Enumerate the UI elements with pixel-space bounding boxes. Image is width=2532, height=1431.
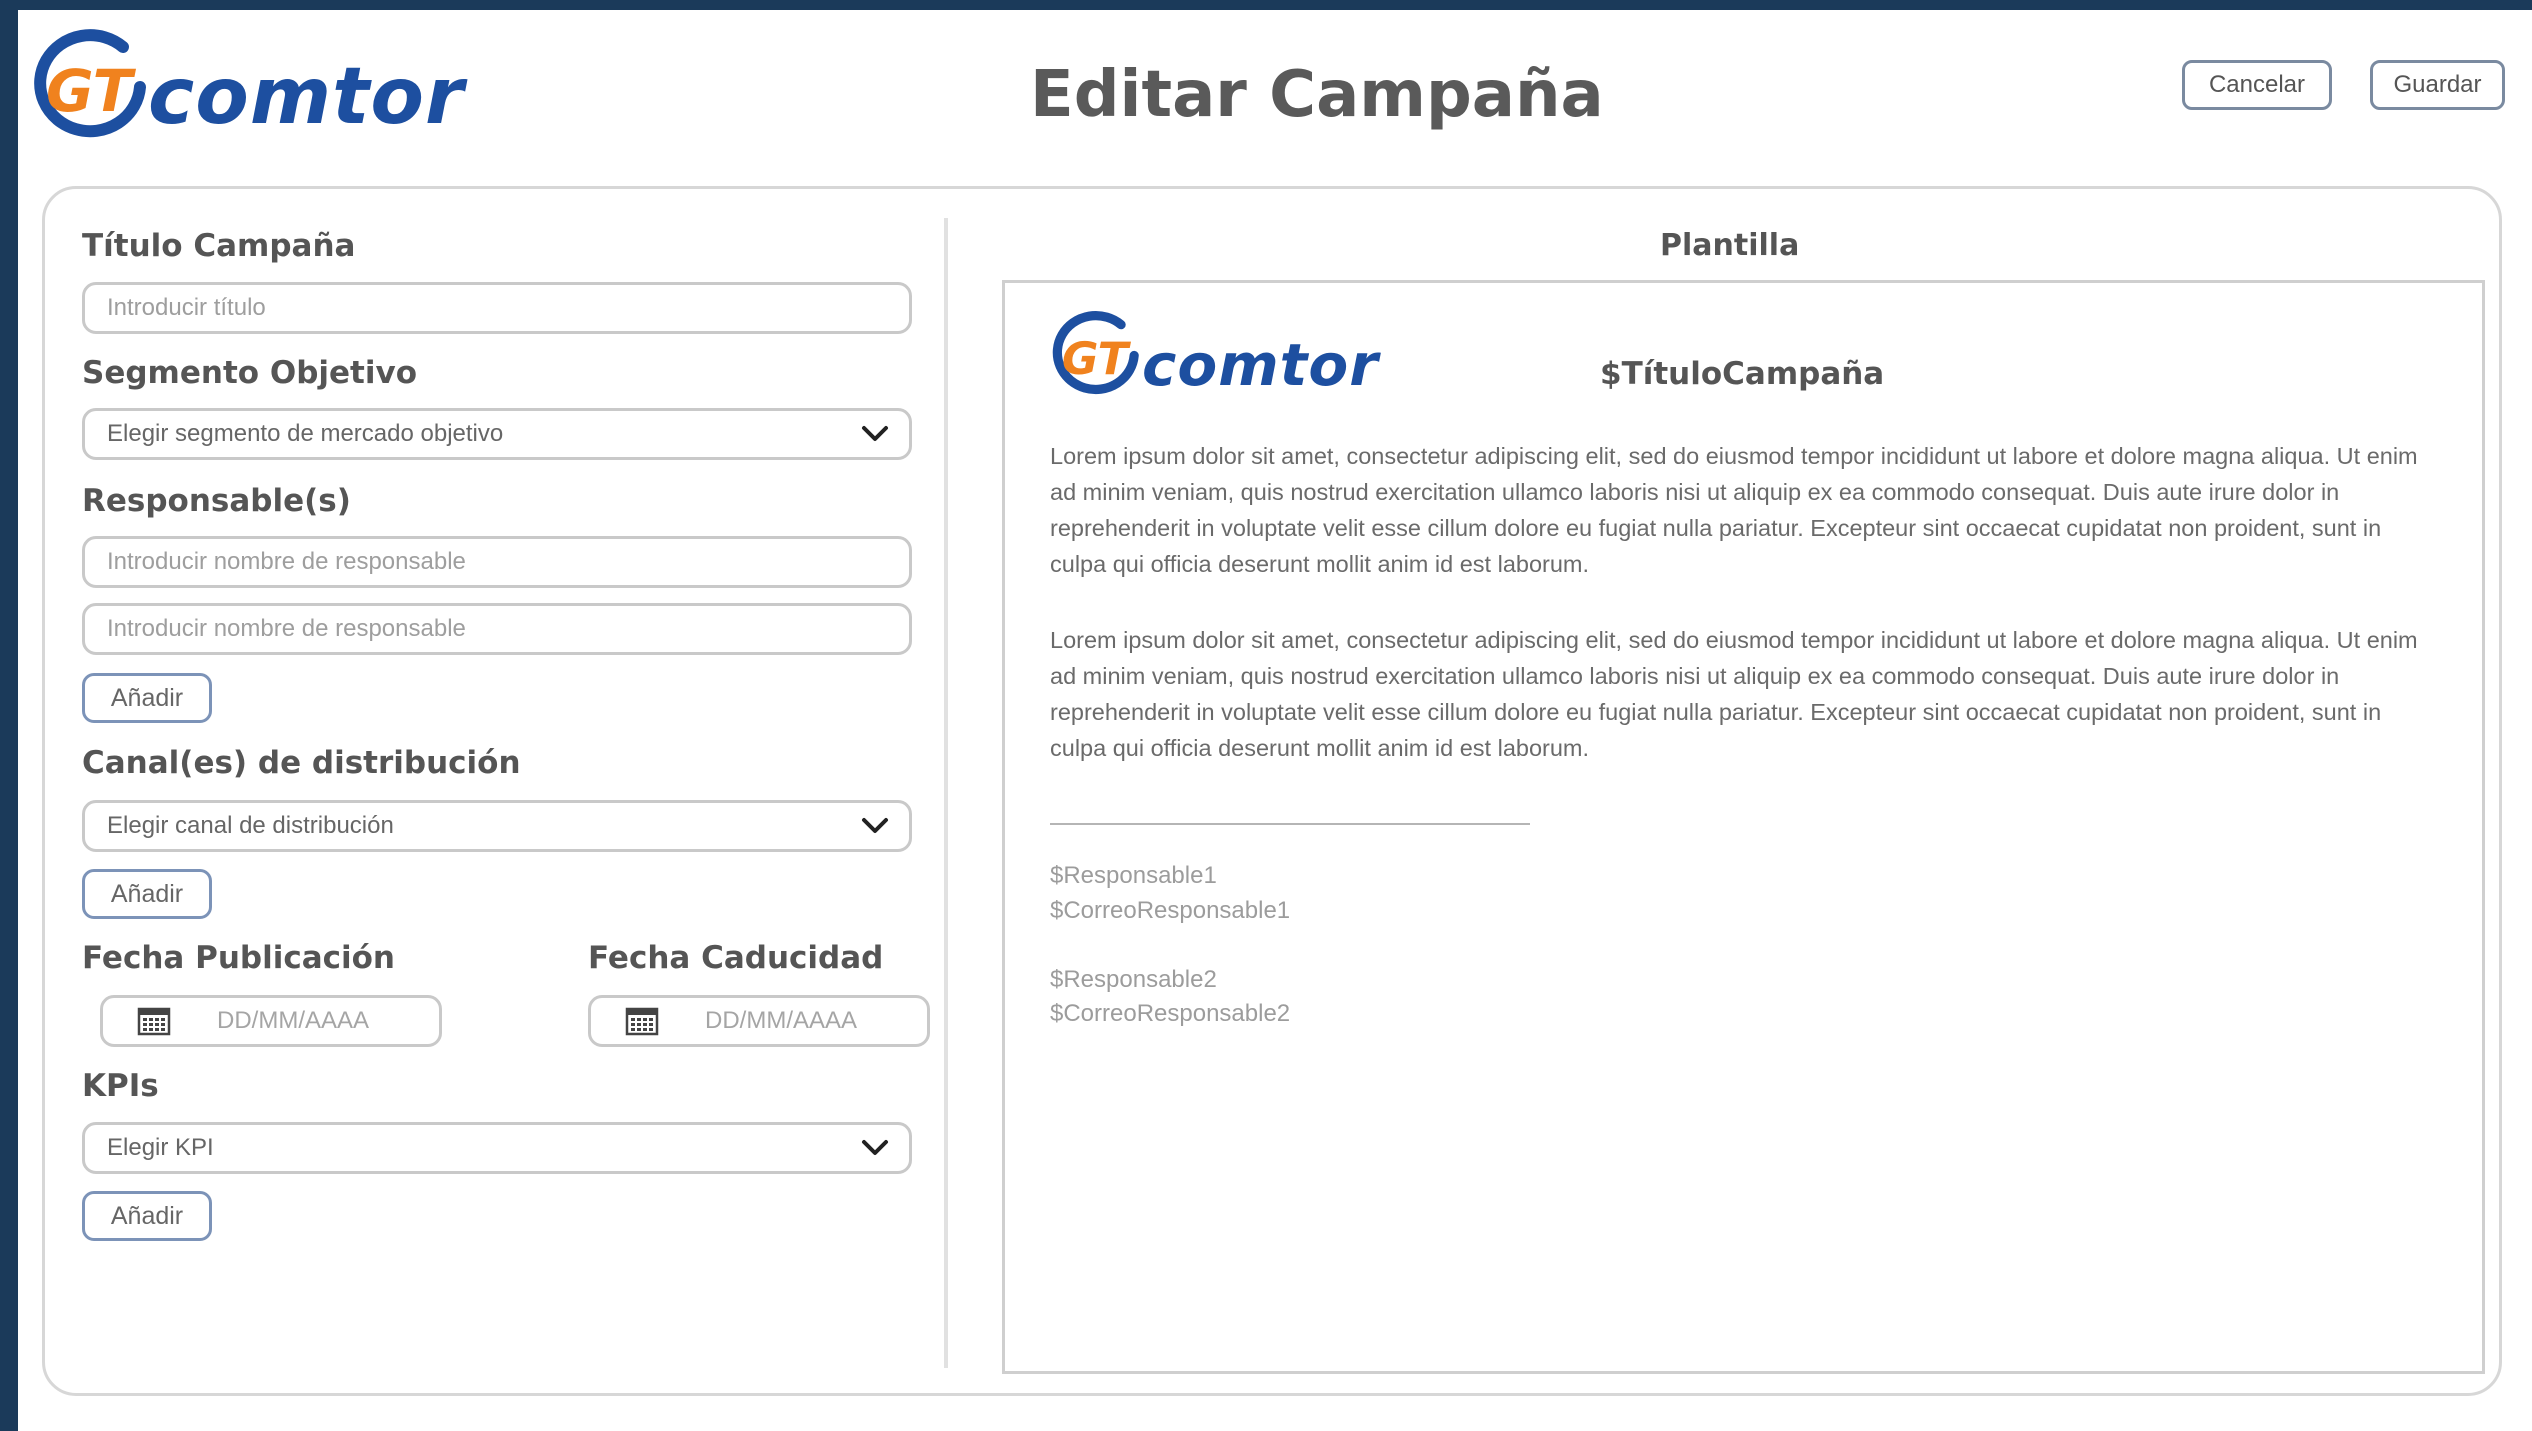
- exp-date-input[interactable]: DD/MM/AAAA: [588, 995, 930, 1047]
- campaign-title-label: Título Campaña: [82, 228, 356, 264]
- logo-wordmark: comtor: [148, 52, 465, 142]
- template-paragraph-1: Lorem ipsum dolor sit amet, consectetur …: [1050, 443, 2418, 577]
- responsible-2-variable: $Responsable2: [1050, 966, 1217, 993]
- channel-label: Canal(es) de distribución: [82, 745, 521, 781]
- kpi-select[interactable]: Elegir KPI: [82, 1122, 912, 1174]
- segment-select[interactable]: Elegir segmento de mercado objetivo: [82, 408, 912, 460]
- email-1-variable: $CorreoResponsable1: [1050, 897, 1291, 924]
- comtor-logo: GT comtor: [28, 22, 464, 142]
- responsible-input-1[interactable]: Introducir nombre de responsable: [82, 536, 912, 588]
- template-logo: GT comtor: [1048, 305, 1379, 399]
- segment-select-value: Elegir segmento de mercado objetivo: [107, 420, 504, 447]
- comtor-logo-icon: GT: [1052, 311, 1139, 395]
- channel-select-value: Elegir canal de distribución: [107, 812, 394, 839]
- responsible-1-variable: $Responsable1: [1050, 862, 1217, 889]
- comtor-logo-icon: GT: [34, 28, 146, 137]
- responsible-label: Responsable(s): [82, 483, 351, 519]
- chevron-down-icon: [862, 818, 888, 833]
- responsible-placeholder-1: Introducir nombre de responsable: [107, 548, 466, 575]
- kpi-select-value: Elegir KPI: [107, 1134, 214, 1161]
- signature-divider: [1050, 823, 1530, 825]
- svg-text:GT: GT: [46, 57, 137, 125]
- template-heading: Plantilla: [1660, 228, 1800, 263]
- pub-date-label: Fecha Publicación: [82, 940, 395, 976]
- exp-date-label: Fecha Caducidad: [588, 940, 884, 976]
- add-channel-button[interactable]: Añadir: [82, 869, 212, 919]
- chevron-down-icon: [862, 426, 888, 441]
- exp-date-placeholder: DD/MM/AAAA: [705, 1007, 858, 1034]
- template-logo-wordmark: comtor: [1142, 331, 1379, 399]
- responsible-input-2[interactable]: Introducir nombre de responsable: [82, 603, 912, 655]
- segment-label: Segmento Objetivo: [82, 355, 417, 391]
- calendar-icon: [625, 1007, 659, 1036]
- pub-date-input[interactable]: DD/MM/AAAA: [100, 995, 442, 1047]
- calendar-icon: [137, 1007, 171, 1036]
- template-paragraph-2: Lorem ipsum dolor sit amet, consectetur …: [1050, 627, 2418, 761]
- panel-divider: [944, 218, 948, 1368]
- cancel-button[interactable]: Cancelar: [2182, 60, 2332, 110]
- save-button[interactable]: Guardar: [2370, 60, 2505, 110]
- add-kpi-button[interactable]: Añadir: [82, 1191, 212, 1241]
- campaign-title-input[interactable]: Introducir título: [82, 282, 912, 334]
- responsible-placeholder-2: Introducir nombre de responsable: [107, 615, 466, 642]
- svg-text:GT: GT: [1062, 333, 1132, 385]
- email-2-variable: $CorreoResponsable2: [1050, 1000, 1291, 1027]
- add-responsible-button[interactable]: Añadir: [82, 673, 212, 723]
- campaign-title-placeholder: Introducir título: [107, 294, 266, 321]
- chevron-down-icon: [862, 1140, 888, 1155]
- kpi-label: KPIs: [82, 1068, 159, 1104]
- pub-date-placeholder: DD/MM/AAAA: [217, 1007, 370, 1034]
- page-title: Editar Campaña: [1030, 58, 1604, 132]
- channel-select[interactable]: Elegir canal de distribución: [82, 800, 912, 852]
- template-title-variable: $TítuloCampaña: [1600, 356, 1885, 392]
